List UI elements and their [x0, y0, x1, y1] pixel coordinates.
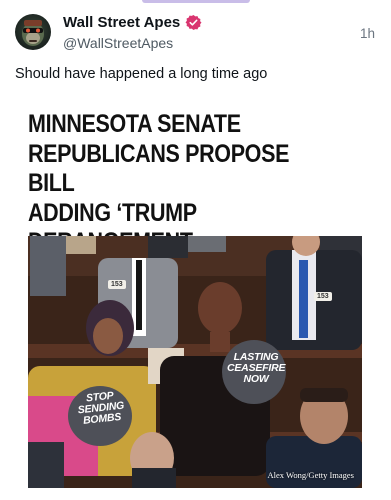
placard-left: 153 [108, 280, 126, 289]
post-header: Wall Street Apes @WallStreetApes 1h [0, 0, 391, 62]
ape-avatar-icon [22, 20, 44, 46]
author-display-name[interactable]: Wall Street Apes [63, 14, 180, 31]
author-handle[interactable]: @WallStreetApes [63, 35, 173, 51]
chamber-photo-illustration [28, 236, 362, 488]
sign-bombs: STOP SENDING BOMBS [77, 389, 125, 427]
sign-ceasefire: LASTING CEASEFIRE NOW [227, 351, 286, 385]
verified-badge-icon [185, 15, 202, 30]
news-photo[interactable]: 153 153 LASTING CEASEFIRE NOW STOP SENDI… [28, 236, 362, 488]
post-text: Should have happened a long time ago [15, 66, 268, 82]
post-timestamp[interactable]: 1h [360, 26, 375, 41]
avatar[interactable] [15, 14, 51, 50]
photo-credit: Alex Wong/Getty Images [267, 470, 354, 480]
placard-right: 153 [314, 292, 332, 301]
